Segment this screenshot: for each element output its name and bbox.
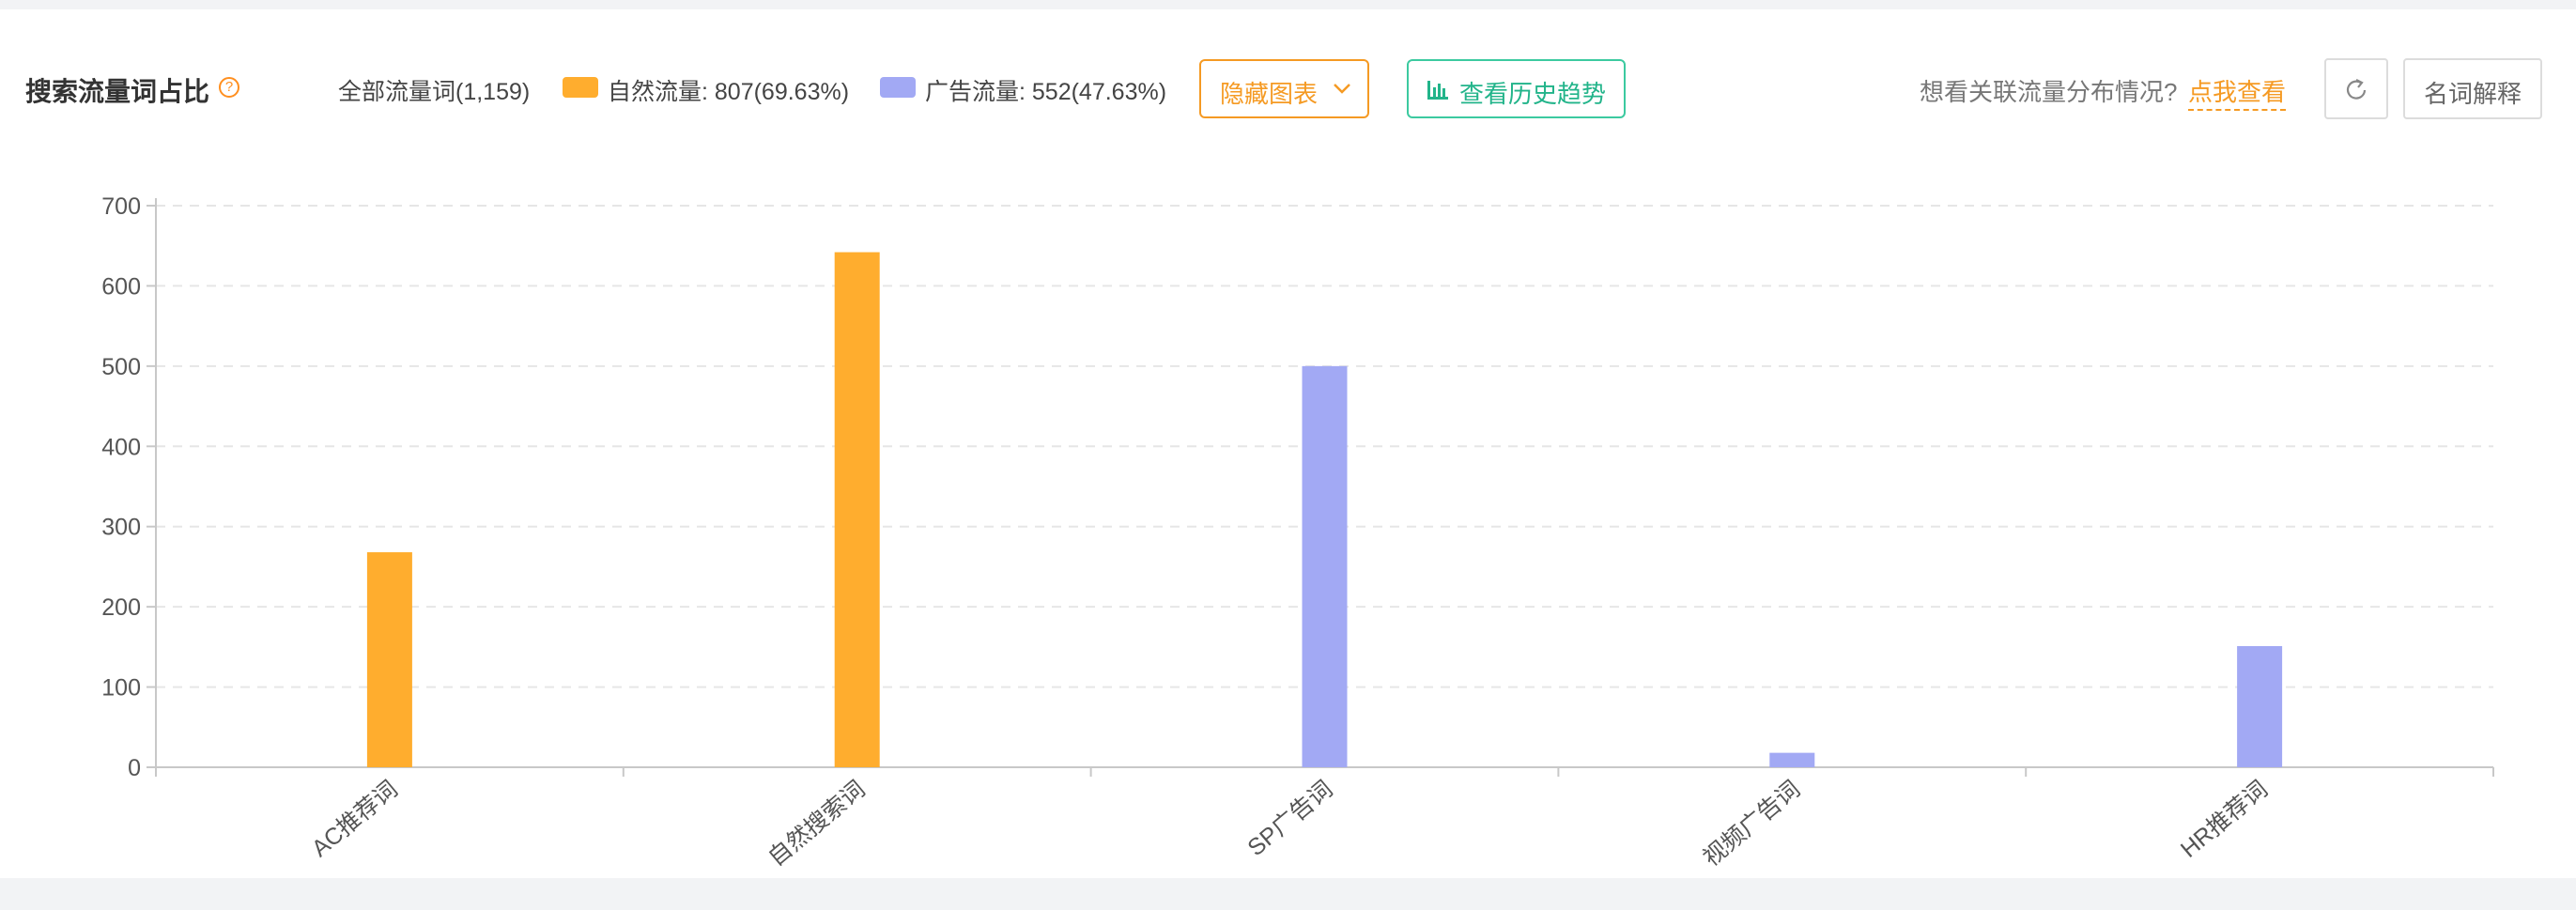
bar[interactable] <box>1769 752 1815 767</box>
y-tick-label: 300 <box>101 515 141 541</box>
y-tick-label: 0 <box>128 755 141 781</box>
traffic-panel: 搜索流量词占比 ? 全部流量词(1,159) 自然流量: 807(69.63%)… <box>0 9 2576 878</box>
y-tick-label: 100 <box>101 675 141 702</box>
y-tick-label: 500 <box>101 354 141 380</box>
y-tick-label: 600 <box>101 273 141 300</box>
bar[interactable] <box>834 252 880 767</box>
x-tick-label: HR推荐词 <box>2176 776 2273 863</box>
y-tick-label: 200 <box>101 594 141 621</box>
y-tick-label: 400 <box>101 434 141 460</box>
y-tick-label: 700 <box>101 193 141 220</box>
bar[interactable] <box>366 552 412 767</box>
bar-chart: 0 100 200 300 400 500 600 700 AC推荐词 自然搜索词 SP广告词 视频广… <box>101 193 2494 871</box>
bar[interactable] <box>1302 365 1348 767</box>
x-tick-label: 视频广告词 <box>1698 776 1805 871</box>
x-tick-label: SP广告词 <box>1242 776 1337 861</box>
bar[interactable] <box>2237 646 2283 767</box>
x-tick-label: AC推荐词 <box>307 776 403 862</box>
x-tick-label: 自然搜索词 <box>764 776 871 871</box>
